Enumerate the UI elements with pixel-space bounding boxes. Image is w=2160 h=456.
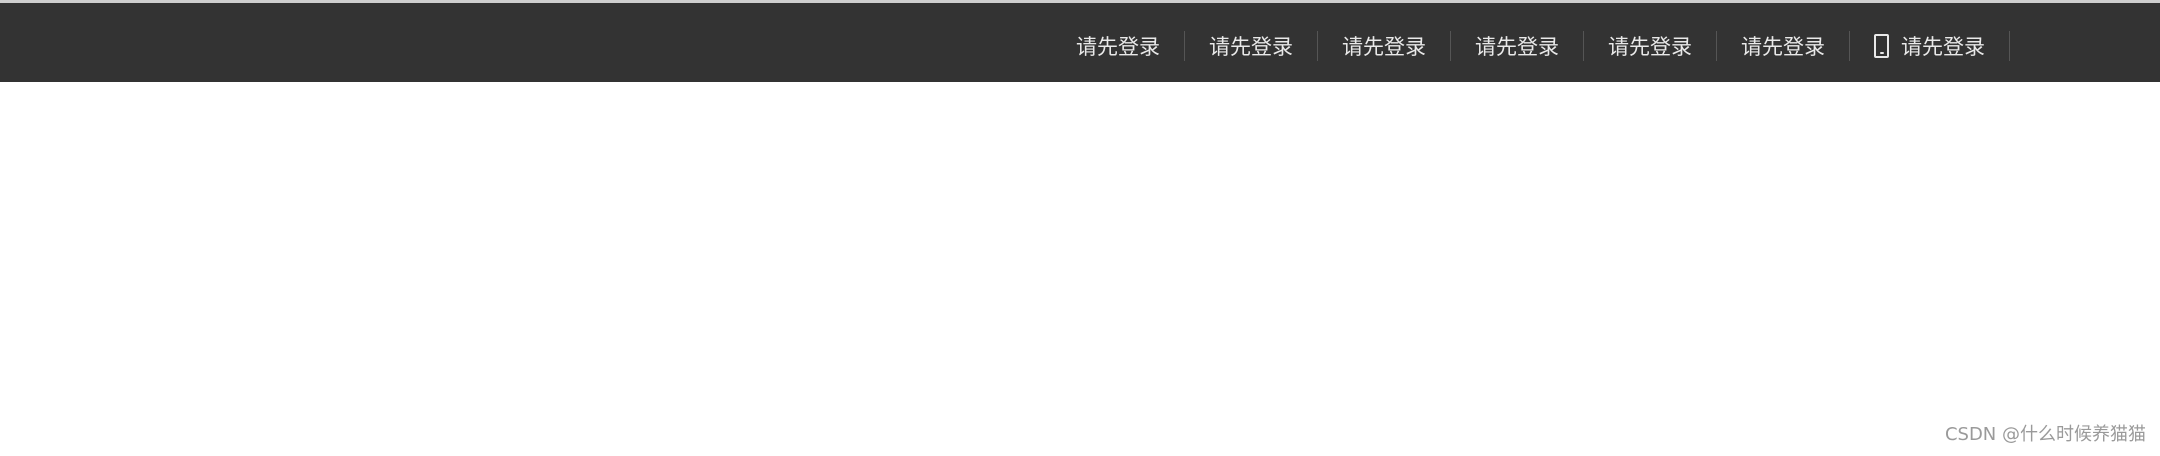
- phone-icon: [1874, 33, 1889, 58]
- top-navigation-bar: 请先登录 请先登录 请先登录 请先登录 请先登录 请先登录 请先登录: [0, 0, 2160, 82]
- watermark: CSDN @什么时候养猫猫: [1944, 424, 2146, 445]
- login-link-label: 请先登录: [1475, 34, 1559, 59]
- login-link-1[interactable]: 请先登录: [1052, 30, 1185, 61]
- login-link-label: 请先登录: [1901, 34, 1985, 59]
- login-link-4[interactable]: 请先登录: [1451, 30, 1584, 61]
- login-link-label: 请先登录: [1209, 34, 1293, 59]
- mobile-login-link[interactable]: 请先登录: [1850, 30, 2010, 61]
- login-link-6[interactable]: 请先登录: [1717, 30, 1850, 61]
- login-link-label: 请先登录: [1741, 34, 1825, 59]
- login-link-label: 请先登录: [1342, 34, 1426, 59]
- login-link-2[interactable]: 请先登录: [1185, 30, 1318, 61]
- login-link-3[interactable]: 请先登录: [1318, 30, 1451, 61]
- top-nav-links: 请先登录 请先登录 请先登录 请先登录 请先登录 请先登录 请先登录: [1052, 6, 2010, 85]
- login-link-5[interactable]: 请先登录: [1584, 30, 1717, 61]
- login-link-label: 请先登录: [1076, 34, 1160, 59]
- login-link-label: 请先登录: [1608, 34, 1692, 59]
